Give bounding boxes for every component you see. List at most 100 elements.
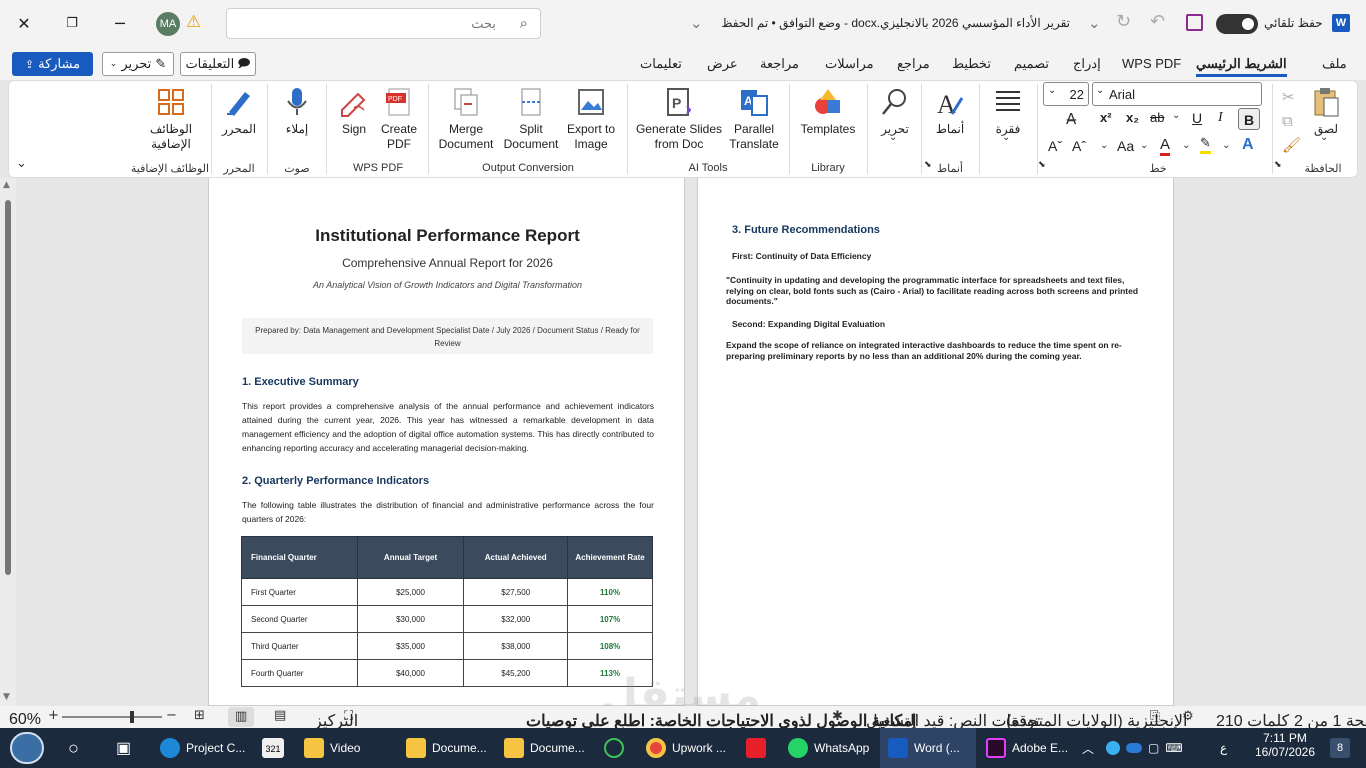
document-page-2[interactable]: 3. Future Recommendations First: Continu… [697,178,1174,706]
subscript-icon[interactable]: x₂ [1126,110,1139,125]
copy-icon[interactable]: ⧉ [1282,112,1293,130]
read-mode-icon[interactable]: ▤ [274,708,286,723]
italic-icon[interactable]: I [1218,110,1223,126]
taskbar-documents-1[interactable]: Docume... [406,728,487,768]
taskbar-video-folder[interactable]: Video [304,728,360,768]
parallel-translate-button[interactable]: A Parallel Translate [728,86,780,152]
superscript-icon[interactable]: x² [1100,110,1112,125]
customize-toolbar-icon[interactable]: ⌄ [1088,14,1101,32]
tab-help[interactable]: تعليمات [640,56,682,72]
tab-layout[interactable]: تخطيط [952,56,991,72]
search-input[interactable]: بحث ⌕ [226,8,541,39]
paste-button[interactable]: لصق [1306,86,1346,137]
undo-icon[interactable]: ↶ [1150,11,1165,32]
print-layout-button[interactable]: ▥ [228,707,254,727]
chevron-down-icon[interactable]: ⌄ [1140,140,1148,151]
chevron-down-icon[interactable]: ⌄ [1100,140,1108,151]
dialog-launcher-icon[interactable]: ⬊ [1038,160,1046,170]
avatar[interactable]: MA [156,12,180,36]
merge-document-button[interactable]: Merge Document [436,86,496,152]
bold-icon[interactable]: B [1238,108,1260,130]
zoom-slider[interactable] [62,716,162,718]
minimize-icon[interactable]: ─ [96,0,144,46]
tab-mailings[interactable]: مراسلات [825,56,874,72]
collapse-ribbon-icon[interactable]: ⌄ [16,156,27,171]
document-page-1[interactable]: Institutional Performance Report Compreh… [208,178,685,706]
chevron-down-icon[interactable]: ⌄ [1222,140,1230,151]
taskbar-chrome[interactable]: Upwork ... [646,728,726,768]
addins-button[interactable]: الوظائف الإضافية [138,86,204,152]
zoom-level[interactable]: 60% [9,711,41,729]
editing-button[interactable]: تحرير [874,86,916,137]
sign-button[interactable]: Sign [334,86,374,137]
generate-slides-button[interactable]: P Generate Slides from Doc [634,86,724,152]
dialog-launcher-icon[interactable]: ⬊ [1274,160,1282,170]
input-language[interactable]: ع [1220,728,1227,768]
taskbar-upwork[interactable] [604,728,624,768]
text-effects-icon[interactable]: A [1242,136,1254,154]
tray-icons[interactable]: ▢ ⌨ [1106,728,1183,768]
close-icon[interactable]: ✕ [0,0,48,46]
change-case-icon[interactable]: Aa [1117,138,1134,154]
font-size-select[interactable]: 22 ⌄ [1043,82,1089,106]
underline-icon[interactable]: U [1192,110,1202,126]
styles-button[interactable]: A أنماط [928,86,972,137]
autosave-toggle[interactable] [1216,14,1258,34]
paragraph-button[interactable]: فقرة [986,86,1030,137]
chevron-up-icon[interactable]: ︿ [1082,728,1094,768]
comments-button[interactable]: التعليقات 🗩 [180,52,256,76]
taskbar-wps[interactable] [746,728,766,768]
create-pdf-button[interactable]: PDF Create PDF [378,86,420,152]
dialog-launcher-icon[interactable]: ⬊ [924,160,932,170]
taskbar-edge[interactable]: Project C... [160,728,245,768]
taskbar-documents-2[interactable]: Docume... [504,728,585,768]
scrollbar-thumb[interactable] [5,200,11,575]
taskbar-calendar[interactable]: 321 [262,728,284,768]
tab-view[interactable]: عرض [707,56,738,72]
highlight-icon[interactable]: ✎ [1200,136,1211,154]
strikethrough-icon[interactable]: ab [1150,110,1164,125]
format-painter-icon[interactable]: 🖌 [1282,136,1301,154]
share-button[interactable]: ⇪ مشاركة [12,52,93,76]
tab-references[interactable]: مراجع [897,56,930,72]
zoom-in-icon[interactable]: + [48,708,59,723]
clock[interactable]: 7:11 PM 16/07/2026 [1252,731,1318,759]
save-icon[interactable] [1186,14,1203,31]
tab-home[interactable]: الشريط الرئيسي [1196,56,1287,77]
taskbar-word[interactable]: Word (... [880,728,976,768]
zoom-out-icon[interactable]: − [166,708,177,723]
warning-icon[interactable]: ⚠ [186,12,201,32]
shrink-font-icon[interactable]: Aˇ [1048,138,1062,154]
zoom-slider-thumb[interactable] [130,711,134,723]
tab-wps-pdf[interactable]: WPS PDF [1122,56,1181,71]
font-color-icon[interactable]: A [1160,136,1171,156]
split-document-button[interactable]: Split Document [500,86,562,152]
task-view-icon[interactable]: ▣ [116,728,131,768]
start-icon[interactable]: ○ [68,728,79,768]
chevron-down-icon[interactable]: ⌄ [1182,140,1190,151]
tab-insert[interactable]: إدراج [1073,56,1101,72]
cut-icon[interactable]: ✂ [1282,88,1295,106]
export-image-button[interactable]: Export to Image [564,86,618,152]
clear-formatting-icon[interactable]: A̶ [1066,110,1076,128]
taskbar-whatsapp[interactable]: WhatsApp [788,728,869,768]
restore-icon[interactable]: ❐ [48,0,96,46]
grow-font-icon[interactable]: Aˆ [1072,138,1086,154]
redo-icon[interactable]: ↻ [1116,11,1131,32]
font-name-select[interactable]: Arial ⌄ [1092,82,1262,106]
templates-button[interactable]: Templates [796,86,860,137]
divider [211,84,212,174]
scroll-down-icon[interactable]: ▼ [3,692,10,702]
chevron-down-icon[interactable]: ⌄ [1172,110,1180,121]
widget-icon[interactable] [10,732,44,764]
dictate-button[interactable]: إملاء [276,86,318,137]
editor-button[interactable]: المحرر [218,86,260,137]
tab-review[interactable]: مراجعة [760,56,799,72]
taskbar-adobe[interactable]: Adobe E... [986,728,1068,768]
notification-badge[interactable]: 8 [1330,738,1350,758]
web-layout-icon[interactable]: ⊞ [194,708,205,723]
tab-design[interactable]: تصميم [1014,56,1049,72]
edit-mode-button[interactable]: ⌄ تحرير ✎ [102,52,174,76]
tab-file[interactable]: ملف [1322,56,1347,72]
scroll-up-icon[interactable]: ▲ [3,180,10,190]
